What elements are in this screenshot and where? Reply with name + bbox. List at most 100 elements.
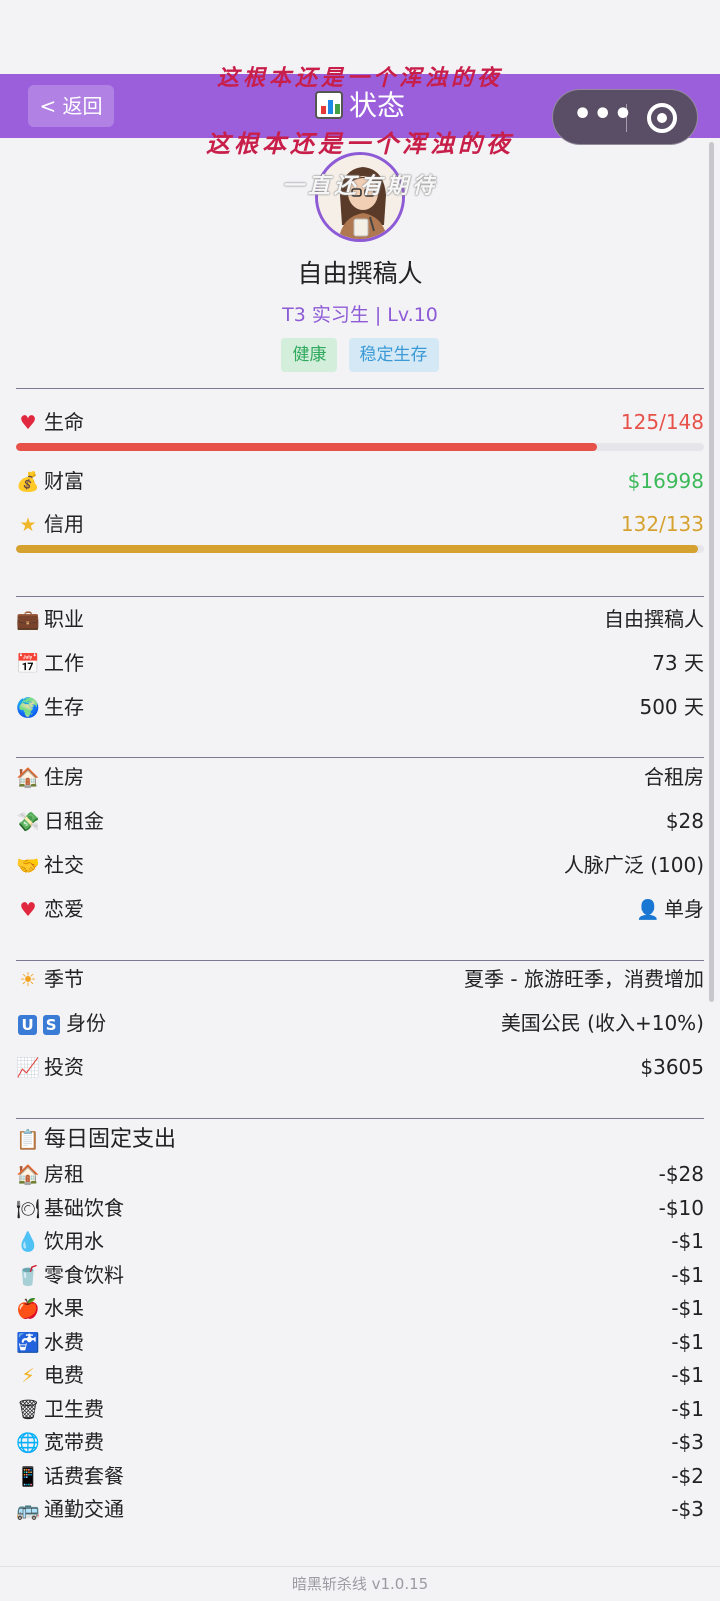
expense-value: -$3 xyxy=(671,1497,704,1521)
money-wings-icon: 💸 xyxy=(16,811,40,833)
info-value: 500 天 xyxy=(639,695,704,719)
expense-row: 📱 话费套餐 -$2 xyxy=(16,1461,704,1491)
footer-version: 暗黑斩杀线 v1.0.15 xyxy=(0,1566,720,1600)
chart-up-icon: 📈 xyxy=(16,1057,40,1079)
expense-label: 宽带费 xyxy=(44,1430,104,1454)
watermark-line-2: 这根本还是一个浑浊的夜 xyxy=(206,129,514,158)
person-icon: 👤 xyxy=(636,899,660,921)
handshake-icon: 🤝 xyxy=(16,855,40,877)
info-label: 身份 xyxy=(66,1011,106,1035)
info-value: 美国公民 (收入+10%) xyxy=(500,1011,704,1035)
expense-row: 🗑 卫生费 -$1 xyxy=(16,1394,704,1424)
credit-progress-bar xyxy=(16,545,704,553)
stat-life: ♥ 生命 125/148 xyxy=(16,406,704,438)
expense-label: 电费 xyxy=(44,1363,84,1387)
expense-row: ⚡ 电费 -$1 xyxy=(16,1360,704,1390)
divider xyxy=(16,757,704,758)
expense-row: 🥤 零食饮料 -$1 xyxy=(16,1260,704,1290)
tag-health: 健康 xyxy=(281,338,338,372)
divider xyxy=(16,388,704,389)
expenses-title: 每日固定支出 xyxy=(44,1127,177,1152)
house-icon: 🏠 xyxy=(16,1164,40,1186)
info-row-career: 💼 职业 自由撰稿人 xyxy=(16,603,704,635)
info-label: 投资 xyxy=(44,1055,84,1079)
expense-label: 话费套餐 xyxy=(44,1464,124,1488)
phone-icon: 📱 xyxy=(16,1466,40,1488)
divider xyxy=(16,1118,704,1119)
stat-credit-value: 132/133 xyxy=(620,512,704,536)
info-value: 合租房 xyxy=(644,765,704,789)
water-tap-icon: 🚰 xyxy=(16,1332,40,1354)
money-bag-icon: 💰 xyxy=(16,471,40,493)
clipboard-icon: 📋 xyxy=(16,1129,40,1151)
heart-icon: ♥ xyxy=(19,899,37,921)
info-label: 工作 xyxy=(44,651,84,675)
scrollbar[interactable] xyxy=(709,142,714,1002)
expense-value: -$1 xyxy=(671,1263,704,1287)
info-row-housing: 🏠 住房 合租房 xyxy=(16,761,704,793)
apple-icon: 🍎 xyxy=(16,1298,40,1320)
expense-row: 💧 饮用水 -$1 xyxy=(16,1226,704,1256)
expense-value: -$2 xyxy=(671,1464,704,1488)
expense-label: 水果 xyxy=(44,1296,84,1320)
info-value: 自由撰稿人 xyxy=(604,607,704,631)
expense-label: 饮用水 xyxy=(44,1229,104,1253)
briefcase-icon: 💼 xyxy=(16,609,40,631)
trash-icon: 🗑 xyxy=(16,1399,41,1421)
info-label: 生存 xyxy=(44,695,84,719)
expense-row: 🏠 房租 -$28 xyxy=(16,1159,704,1189)
lightning-icon: ⚡ xyxy=(21,1365,35,1387)
expense-row: 🌐 宽带费 -$3 xyxy=(16,1427,704,1457)
info-label: 社交 xyxy=(44,853,84,877)
expense-label: 零食饮料 xyxy=(44,1263,124,1287)
info-row-rent: 💸 日租金 $28 xyxy=(16,805,704,837)
info-value: $3605 xyxy=(640,1055,704,1079)
stat-wealth-label: 财富 xyxy=(44,469,84,493)
expense-label: 卫生费 xyxy=(44,1397,104,1421)
expense-label: 基础饮食 xyxy=(44,1196,124,1220)
credit-progress-fill xyxy=(16,545,699,553)
expense-label: 通勤交通 xyxy=(44,1497,124,1521)
expense-value: -$1 xyxy=(671,1330,704,1354)
info-row-work: 📅 工作 73 天 xyxy=(16,647,704,679)
info-row-love: ♥ 恋爱 👤 单身 xyxy=(16,893,704,925)
sun-icon: ☀ xyxy=(19,969,37,991)
stat-wealth: 💰 财富 $16998 xyxy=(16,465,704,497)
stat-life-value: 125/148 xyxy=(620,410,704,434)
info-row-identity: U S 身份 美国公民 (收入+10%) xyxy=(16,1007,704,1039)
info-value: $28 xyxy=(665,809,704,833)
divider xyxy=(16,596,704,597)
expense-value: -$28 xyxy=(658,1162,704,1186)
expense-value: -$1 xyxy=(671,1363,704,1387)
status-tags: 健康 稳定生存 xyxy=(16,338,704,372)
bar-chart-icon xyxy=(314,91,343,119)
house-icon: 🏠 xyxy=(16,767,40,789)
expenses-section-header: 📋 每日固定支出 xyxy=(16,1122,704,1158)
life-progress-fill xyxy=(16,443,598,451)
star-icon: ★ xyxy=(19,514,37,536)
expense-label: 水费 xyxy=(44,1330,84,1354)
bus-icon: 🚌 xyxy=(16,1499,40,1521)
calendar-icon: 📅 xyxy=(16,653,40,675)
droplet-icon: 💧 xyxy=(16,1231,40,1253)
expense-value: -$1 xyxy=(671,1229,704,1253)
expense-row: 🍽 基础饮食 -$10 xyxy=(16,1193,704,1223)
info-value: 夏季 - 旅游旺季，消费增加 xyxy=(464,967,704,991)
divider xyxy=(16,960,704,961)
stat-credit: ★ 信用 132/133 xyxy=(16,508,704,540)
info-label: 季节 xyxy=(44,967,84,991)
expense-label: 房租 xyxy=(44,1162,84,1186)
info-value: 73 天 xyxy=(652,651,704,675)
expense-value: -$10 xyxy=(658,1196,704,1220)
expense-row: 🚌 通勤交通 -$3 xyxy=(16,1494,704,1524)
cup-icon: 🥤 xyxy=(16,1265,40,1287)
info-row-social: 🤝 社交 人脉广泛 (100) xyxy=(16,849,704,881)
watermark-line-3: 一直还有期待 xyxy=(281,173,438,199)
expense-row: 🚰 水费 -$1 xyxy=(16,1327,704,1357)
expense-value: -$1 xyxy=(671,1397,704,1421)
info-label: 日租金 xyxy=(44,809,104,833)
info-label: 恋爱 xyxy=(44,897,84,921)
heart-icon: ♥ xyxy=(19,412,37,434)
info-row-season: ☀ 季节 夏季 - 旅游旺季，消费增加 xyxy=(16,963,704,995)
info-value: 人脉广泛 (100) xyxy=(563,853,704,877)
